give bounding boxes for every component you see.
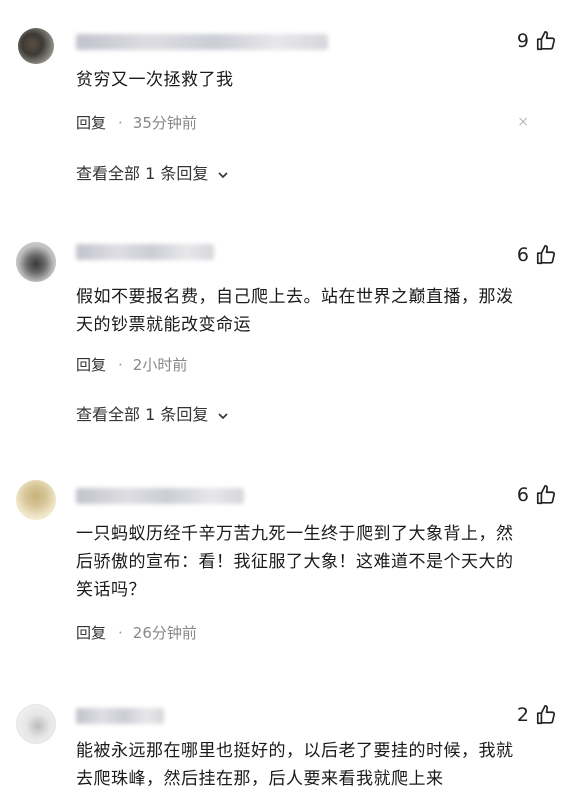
- reply-button[interactable]: 回复: [76, 114, 106, 132]
- username-blurred[interactable]: [76, 244, 214, 260]
- thumbs-up-icon[interactable]: [535, 704, 557, 726]
- view-all-replies-button[interactable]: 查看全部 1 条回复: [76, 160, 229, 184]
- avatar[interactable]: [16, 704, 56, 744]
- chevron-down-icon: [218, 171, 229, 178]
- username-blurred[interactable]: [76, 488, 244, 504]
- thumbs-up-icon[interactable]: [535, 30, 557, 52]
- thumbs-up-icon[interactable]: [535, 484, 557, 506]
- like-count: 6: [516, 244, 529, 266]
- like-count: 6: [516, 484, 529, 506]
- comment-meta: 回复 · 35分钟前: [76, 112, 197, 133]
- separator-dot: ·: [118, 356, 123, 374]
- avatar[interactable]: [16, 480, 56, 520]
- username-blurred[interactable]: [76, 708, 164, 724]
- comment-text: 贫穷又一次拯救了我: [76, 70, 234, 90]
- comment-item: 2 能被永远那在哪里也挺好的，以后老了要挂的时候，我就去爬珠峰，然后挂在那，后人…: [0, 690, 567, 789]
- view-all-replies-label: 查看全部 1 条回复: [76, 405, 209, 424]
- avatar[interactable]: [18, 28, 54, 64]
- comment-time: 35分钟前: [132, 114, 197, 132]
- comment-item: 6 一只蚂蚁历经千辛万苦九死一生终于爬到了大象背上，然后骄傲的宣布：看！我征服了…: [0, 460, 567, 690]
- username-blurred[interactable]: [76, 34, 328, 50]
- comment-meta: 回复 · 2小时前: [76, 354, 187, 375]
- chevron-down-icon: [218, 412, 229, 419]
- comment-text: 一只蚂蚁历经千辛万苦九死一生终于爬到了大象背上，然后骄傲的宣布：看！我征服了大象…: [76, 524, 514, 600]
- comment-meta: 回复 · 26分钟前: [76, 622, 197, 643]
- thumbs-up-icon[interactable]: [535, 244, 557, 266]
- comment-item: 9 贫穷又一次拯救了我 回复 · 35分钟前 × 查看全部 1 条回复: [0, 0, 567, 210]
- close-icon[interactable]: ×: [517, 114, 529, 130]
- avatar[interactable]: [16, 242, 56, 282]
- view-all-replies-label: 查看全部 1 条回复: [76, 164, 209, 183]
- comment-time: 26分钟前: [132, 624, 197, 642]
- comment-item: 6 假如不要报名费，自己爬上去。站在世界之巅直播，那泼天的钞票就能改变命运 回复…: [0, 210, 567, 460]
- like-count: 2: [516, 704, 529, 726]
- reply-button[interactable]: 回复: [76, 624, 106, 642]
- separator-dot: ·: [118, 624, 123, 642]
- comment-time: 2小时前: [132, 356, 188, 374]
- separator-dot: ·: [118, 114, 123, 132]
- like-count: 9: [516, 30, 529, 52]
- view-all-replies-button[interactable]: 查看全部 1 条回复: [76, 401, 229, 425]
- reply-button[interactable]: 回复: [76, 356, 106, 374]
- comment-text: 假如不要报名费，自己爬上去。站在世界之巅直播，那泼天的钞票就能改变命运: [76, 287, 514, 335]
- comment-text: 能被永远那在哪里也挺好的，以后老了要挂的时候，我就去爬珠峰，然后挂在那，后人要来…: [76, 741, 514, 789]
